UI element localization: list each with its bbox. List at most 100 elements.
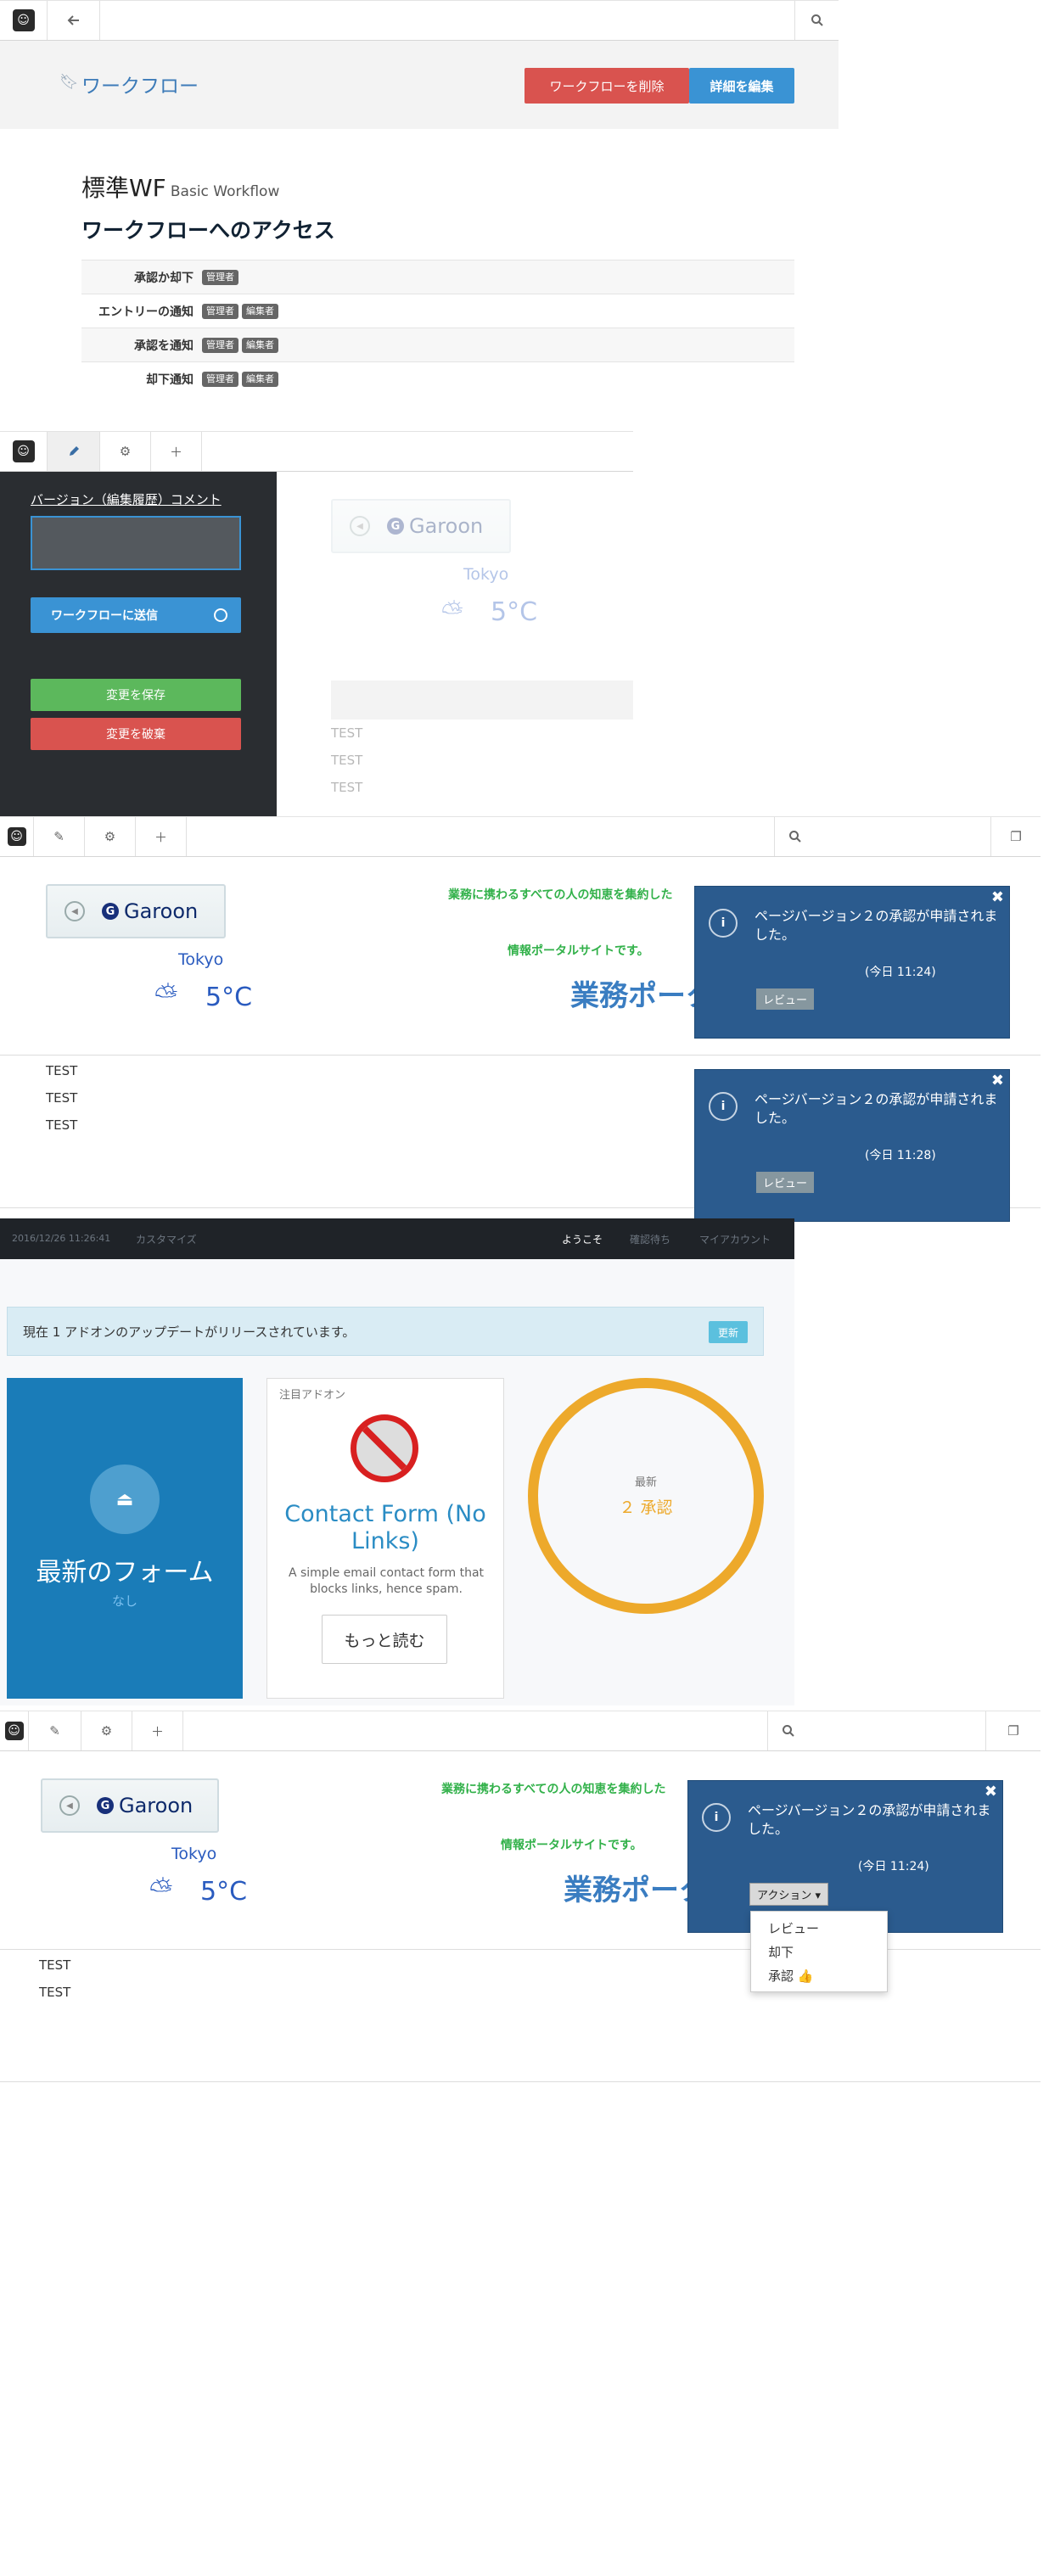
faded-bar bbox=[331, 680, 633, 720]
test-list: TEST TEST bbox=[39, 1952, 70, 2006]
test-item: TEST bbox=[39, 1985, 71, 2000]
access-row: 承認を通知 管理者 編集者 bbox=[81, 328, 794, 361]
version-comment-input[interactable] bbox=[31, 516, 241, 570]
dashboard-topbar: 2016/12/26 11:26:41 カスタマイズ ようこそ 確認待ち マイア… bbox=[0, 1218, 794, 1259]
green-text-2: 情報ポータルサイトです。 bbox=[508, 944, 649, 958]
welcome-link[interactable]: ようこそ bbox=[562, 1232, 603, 1246]
portal-area-2: ◀ G Garoon Tokyo ⛅︎ 5°C 業務に携わるすべての人の知恵を集… bbox=[0, 1751, 1041, 2082]
search-button[interactable] bbox=[794, 1, 839, 40]
workflow-subname: Basic Workflow bbox=[170, 183, 280, 200]
approvals-label: 最新 bbox=[634, 1476, 657, 1489]
close-icon[interactable]: ✖ bbox=[991, 1072, 1004, 1089]
add-tab[interactable]: ＋ bbox=[132, 1711, 183, 1750]
access-row: 却下通知 管理者 編集者 bbox=[81, 361, 794, 395]
close-icon[interactable]: ✖ bbox=[984, 1783, 997, 1800]
notification-message: ページバージョン２の承認が申請されました。 bbox=[754, 908, 998, 943]
garoon-widget[interactable]: ◀ G Garoon bbox=[41, 1778, 219, 1833]
menu-item-approve[interactable]: 承認 👍 bbox=[751, 1964, 887, 1988]
bookmark-icon[interactable]: 🔖︎ bbox=[59, 73, 79, 91]
notification-2: ✖ i ページバージョン２の承認が申請されました。 (今日 11:28) レビュ… bbox=[694, 1069, 1010, 1222]
addon-description: A simple email contact form that blocks … bbox=[288, 1566, 485, 1596]
weather-city: Tokyo bbox=[171, 1845, 217, 1863]
notification-time: (今日 11:24) bbox=[865, 966, 936, 979]
workflow-name-line: 標準WF Basic Workflow bbox=[81, 170, 794, 204]
access-row-label: 承認を通知 bbox=[134, 339, 194, 353]
pending-link[interactable]: 確認待ち bbox=[630, 1232, 670, 1246]
add-tab[interactable]: ＋ bbox=[136, 817, 187, 856]
edit-tab[interactable]: ✎ bbox=[29, 1711, 81, 1750]
access-row-label: 承認か却下 bbox=[134, 271, 194, 285]
logo-cell[interactable]: ☺ bbox=[0, 1711, 29, 1750]
role-badge: 管理者 bbox=[202, 371, 238, 387]
arrow-circle-icon bbox=[214, 608, 227, 622]
app-logo-icon: ☺ bbox=[12, 440, 35, 462]
pencil-icon bbox=[69, 446, 79, 456]
test-item: TEST bbox=[331, 780, 363, 795]
update-alert: 現在 1 アドオンのアップデートがリリースされています。 更新 bbox=[7, 1307, 764, 1356]
send-to-workflow-label: ワークフローに送信 bbox=[51, 609, 158, 623]
faded-test-list: TEST TEST TEST bbox=[331, 720, 362, 801]
weather-temp: 5°C bbox=[200, 1877, 248, 1907]
logo-cell[interactable]: ☺ bbox=[0, 817, 34, 856]
arrow-left-icon bbox=[67, 15, 79, 25]
edit-tab[interactable]: ✎ bbox=[34, 817, 85, 856]
settings-tab[interactable]: ⚙ bbox=[81, 1711, 132, 1750]
version-comment-label: バージョン（編集履歴）コメント bbox=[31, 492, 222, 507]
access-row: 承認か却下 管理者 bbox=[81, 260, 794, 294]
window-button[interactable]: ❐ bbox=[991, 817, 1041, 856]
role-badge: 管理者 bbox=[202, 269, 238, 285]
windows-icon: ❐ bbox=[1010, 829, 1022, 844]
garoon-widget[interactable]: ◀ G Garoon bbox=[331, 499, 511, 553]
app-logo-icon: ☺ bbox=[4, 1722, 24, 1740]
back-icon: ◀ bbox=[59, 1795, 80, 1816]
my-account-link[interactable]: マイアカウント bbox=[699, 1232, 771, 1246]
featured-addon-card: 注目アドオン Contact Form (No Links) A simple … bbox=[266, 1378, 504, 1699]
back-button[interactable] bbox=[48, 1, 100, 40]
review-button[interactable]: レビュー bbox=[756, 1172, 815, 1193]
send-to-workflow-button[interactable]: ワークフローに送信 bbox=[31, 597, 241, 633]
test-item: TEST bbox=[331, 753, 363, 768]
addon-title[interactable]: Contact Form (No Links) bbox=[279, 1501, 491, 1555]
customize-link[interactable]: カスタマイズ bbox=[136, 1232, 197, 1246]
notification: ✖ i ページバージョン２の承認が申請されました。 (今日 11:24) アクシ… bbox=[687, 1780, 1003, 1933]
edit-details-button[interactable]: 詳細を編集 bbox=[689, 68, 794, 104]
approvals-card: 最新 ２ 承認 bbox=[528, 1378, 764, 1614]
garoon-label: Garoon bbox=[409, 514, 484, 538]
divider bbox=[0, 1055, 1041, 1056]
upload-icon: ⏏ bbox=[90, 1464, 160, 1534]
window-button[interactable]: ❐ bbox=[986, 1711, 1041, 1750]
green-text-1: 業務に携わるすべての人の知恵を集約した bbox=[441, 1783, 666, 1796]
page-title: ワークフロー bbox=[81, 76, 199, 98]
action-dropdown-button[interactable]: アクション ▾ bbox=[749, 1883, 829, 1906]
info-icon: i bbox=[709, 909, 738, 938]
windows-icon: ❐ bbox=[1007, 1723, 1019, 1739]
close-icon[interactable]: ✖ bbox=[991, 888, 1004, 906]
logo-cell[interactable]: ☺ bbox=[0, 432, 48, 471]
gear-icon: ⚙ bbox=[119, 444, 132, 459]
save-changes-button[interactable]: 変更を保存 bbox=[31, 679, 241, 711]
green-text-2: 情報ポータルサイトです。 bbox=[501, 1839, 642, 1852]
settings-tab[interactable]: ⚙ bbox=[85, 817, 136, 856]
delete-workflow-button[interactable]: ワークフローを削除 bbox=[524, 68, 689, 104]
garoon-widget[interactable]: ◀ G Garoon bbox=[46, 884, 226, 938]
logo-cell[interactable]: ☺ bbox=[0, 1, 48, 40]
role-badge: 編集者 bbox=[242, 371, 278, 387]
search-field[interactable] bbox=[767, 1711, 986, 1750]
discard-changes-button[interactable]: 変更を破棄 bbox=[31, 718, 241, 750]
update-button[interactable]: 更新 bbox=[709, 1321, 748, 1343]
latest-forms-card[interactable]: ⏏ 最新のフォーム なし bbox=[7, 1378, 243, 1699]
workflow-header: 🔖︎ ワークフロー ワークフローを削除 詳細を編集 bbox=[0, 41, 839, 129]
add-tab[interactable]: ＋ bbox=[151, 432, 202, 471]
garoon-label: Garoon bbox=[124, 899, 199, 923]
notification-time: (今日 11:24) bbox=[858, 1860, 929, 1873]
edit-tab[interactable] bbox=[48, 432, 100, 471]
read-more-button[interactable]: もっと読む bbox=[322, 1615, 447, 1664]
approvals-value[interactable]: ２ 承認 bbox=[538, 1495, 754, 1518]
settings-tab[interactable]: ⚙ bbox=[100, 432, 151, 471]
menu-item-reject[interactable]: 却下 bbox=[751, 1940, 887, 1964]
menu-item-review[interactable]: レビュー bbox=[751, 1917, 887, 1940]
weather-icon: ⛅︎ bbox=[154, 979, 178, 1013]
search-field[interactable] bbox=[774, 817, 991, 856]
green-text-1: 業務に携わるすべての人の知恵を集約した bbox=[448, 888, 673, 902]
review-button[interactable]: レビュー bbox=[756, 988, 815, 1010]
